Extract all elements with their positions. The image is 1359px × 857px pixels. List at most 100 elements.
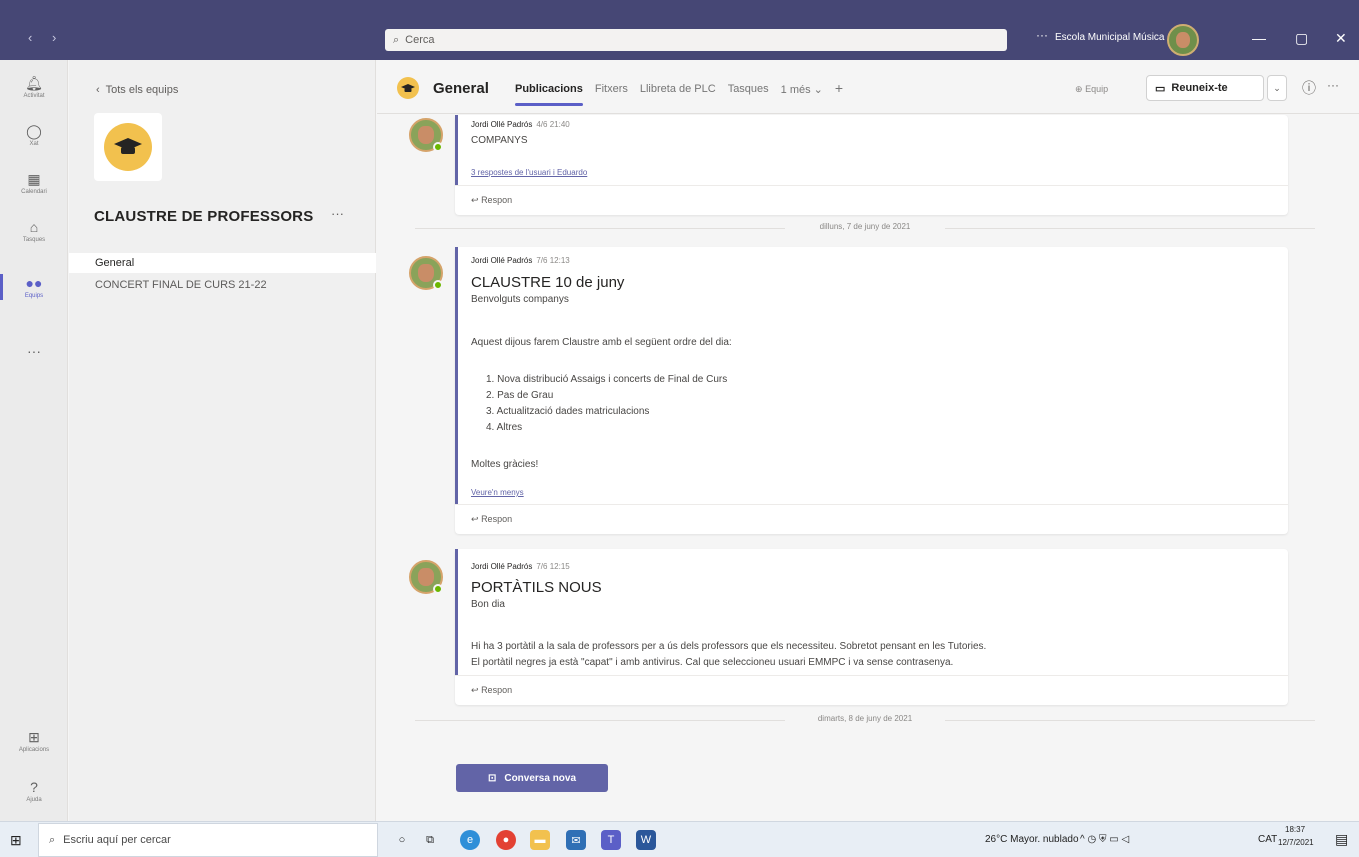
avatar-face xyxy=(418,264,434,282)
search-icon: ⌕ xyxy=(393,33,400,46)
minimize-icon[interactable]: — xyxy=(1252,30,1266,46)
post-accent-bar xyxy=(455,549,458,675)
graduation-cap-icon xyxy=(104,123,152,171)
title-bar: ‹ › ⌕ Cerca ··· Escola Municipal Música … xyxy=(0,0,1359,60)
rail-assignments[interactable]: ⌂ Tasques xyxy=(0,210,68,252)
reply-label: Respon xyxy=(481,685,513,695)
team-logo xyxy=(94,113,162,181)
tab-more[interactable]: 1 més ⌄ xyxy=(781,83,823,96)
rail-calendar[interactable]: ▦ Calendari xyxy=(0,162,68,204)
post-card: Jordi Ollé Padrós 4/6 21:40 COMPANYS 3 re… xyxy=(455,115,1288,215)
video-camera-icon: ▭ xyxy=(1155,82,1166,95)
more-options-icon[interactable]: ··· xyxy=(1036,28,1048,42)
taskbar-search-placeholder: Escriu aquí per cercar xyxy=(63,834,171,846)
post-greeting: Benvolguts companys xyxy=(471,294,569,305)
search-input[interactable]: ⌕ Cerca xyxy=(385,29,1007,51)
rail-help[interactable]: ? Ajuda xyxy=(0,770,68,812)
tray-icons[interactable]: ^ ◷ ⛨ ▭ ◁ xyxy=(1080,834,1129,845)
taskbar-search-input[interactable]: ⌕ Escriu aquí per cercar xyxy=(38,823,378,857)
tab-files[interactable]: Fitxers xyxy=(595,83,628,96)
reply-icon: ↩ xyxy=(471,685,479,695)
reply-button[interactable]: ↩ Respon xyxy=(471,195,512,206)
post-time: 7/6 12:15 xyxy=(536,562,570,571)
agenda-item: 1. Nova distribució Assaigs i concerts d… xyxy=(486,374,728,385)
team-info-link[interactable]: ⊕ Equip xyxy=(1075,84,1108,95)
replies-link[interactable]: 3 respostes de l'usuari i Eduardo xyxy=(471,168,587,177)
rail-label: Ajuda xyxy=(26,797,42,803)
reply-bar: ↩ Respon xyxy=(455,504,1288,534)
chrome-icon[interactable]: ● xyxy=(496,830,516,850)
maximize-icon[interactable]: ▢ xyxy=(1295,30,1308,47)
post-intro: Aquest dijous farem Claustre amb el segü… xyxy=(471,337,732,348)
edge-icon[interactable]: e xyxy=(460,830,480,850)
rail-label: Aplicacions xyxy=(18,747,50,753)
search-icon: ⌕ xyxy=(49,833,56,846)
team-pane: ‹ Tots els equips CLAUSTRE DE PROFESSORS… xyxy=(69,60,376,821)
author-avatar[interactable] xyxy=(409,560,443,594)
rail-label: Calendari xyxy=(21,189,47,195)
author-name: Jordi Ollé Padrós xyxy=(471,256,533,265)
presence-available-icon xyxy=(433,280,443,290)
post-author: Jordi Ollé Padrós 7/6 12:15 xyxy=(471,562,570,571)
reply-button[interactable]: ↩ Respon xyxy=(471,514,512,525)
author-name: Jordi Ollé Padrós xyxy=(471,120,533,129)
ellipsis-icon: ··· xyxy=(27,343,41,359)
cortana-icon[interactable]: ○ xyxy=(392,830,412,850)
channel-name: General xyxy=(433,80,489,97)
word-icon[interactable]: W xyxy=(636,830,656,850)
rail-label: Activitat xyxy=(23,93,45,99)
tab-assignments[interactable]: Tasques xyxy=(728,83,769,96)
reply-button[interactable]: ↩ Respon xyxy=(471,685,512,696)
mail-icon[interactable]: ✉ xyxy=(566,830,586,850)
author-avatar[interactable] xyxy=(409,118,443,152)
post-card: Jordi Ollé Padrós 7/6 12:13 CLAUSTRE 10 d… xyxy=(455,247,1288,534)
back-forward-arrows[interactable]: ‹ › xyxy=(28,30,64,45)
clock-date[interactable]: 12/7/2021 xyxy=(1278,838,1314,847)
weather-text[interactable]: 26°C Mayor. nublado xyxy=(985,834,1079,845)
presence-available-icon xyxy=(433,584,443,594)
rail-activity[interactable]: 🔔︎ Activitat xyxy=(0,66,68,108)
post-line: El portàtil negres ja està "capat" i amb… xyxy=(471,657,954,668)
new-conversation-button[interactable]: ⊡ Conversa nova xyxy=(456,764,608,792)
back-label: Tots els equips xyxy=(105,84,179,96)
tab-class-notebook[interactable]: Llibreta de PLC xyxy=(640,83,716,96)
calendar-icon: ▦ xyxy=(27,171,41,187)
rail-apps[interactable]: ⊞ Aplicacions xyxy=(0,720,68,762)
post-accent-bar xyxy=(455,115,458,185)
rail-chat[interactable]: ◯ Xat xyxy=(0,114,68,156)
post-subject: PORTÀTILS NOUS xyxy=(471,579,602,596)
notifications-icon[interactable]: ▤ xyxy=(1335,831,1348,848)
bell-icon: 🔔︎ xyxy=(25,75,43,91)
file-explorer-icon[interactable]: ▬ xyxy=(530,830,550,850)
presence-available-icon xyxy=(433,142,443,152)
see-less-link[interactable]: Veure'n menys xyxy=(471,488,524,497)
reply-label: Respon xyxy=(481,514,513,524)
channel-general[interactable]: General xyxy=(69,253,376,273)
add-tab-icon[interactable]: + xyxy=(835,81,843,96)
info-icon[interactable]: ⓘ xyxy=(1302,78,1316,98)
date-separator: dimarts, 8 de juny de 2021 xyxy=(415,714,1315,726)
rail-teams[interactable]: ●● Equips xyxy=(0,266,68,308)
reply-bar: ↩ Respon xyxy=(455,185,1288,215)
org-name[interactable]: Escola Municipal Música ... xyxy=(1055,32,1176,43)
windows-start-icon[interactable]: ⊞ xyxy=(10,832,22,849)
channel-more-icon[interactable]: ··· xyxy=(1327,78,1339,92)
avatar-face xyxy=(1176,32,1190,48)
team-more-icon[interactable]: ··· xyxy=(331,206,344,221)
back-to-teams-link[interactable]: ‹ Tots els equips xyxy=(96,84,178,96)
windows-taskbar: ⊞ ⌕ Escriu aquí per cercar ○ ⧉ e ● ▬ ✉ T… xyxy=(0,821,1359,857)
tab-posts[interactable]: Publicacions xyxy=(515,83,583,106)
meet-dropdown-icon[interactable]: ⌄ xyxy=(1267,75,1287,101)
meet-button[interactable]: ▭ Reuneix-te xyxy=(1146,75,1264,101)
teams-taskbar-icon[interactable]: T xyxy=(601,830,621,850)
clock-time[interactable]: 18:37 xyxy=(1285,825,1305,834)
user-avatar[interactable] xyxy=(1167,24,1199,56)
language-indicator[interactable]: CAT xyxy=(1258,834,1277,845)
channel-concert[interactable]: CONCERT FINAL DE CURS 21-22 xyxy=(69,275,376,295)
date-separator: dilluns, 7 de juny de 2021 xyxy=(415,222,1315,234)
task-view-icon[interactable]: ⧉ xyxy=(420,830,440,850)
close-icon[interactable]: ✕ xyxy=(1335,30,1347,47)
author-avatar[interactable] xyxy=(409,256,443,290)
compose-icon: ⊡ xyxy=(487,772,497,784)
rail-more[interactable]: ··· xyxy=(0,330,68,372)
